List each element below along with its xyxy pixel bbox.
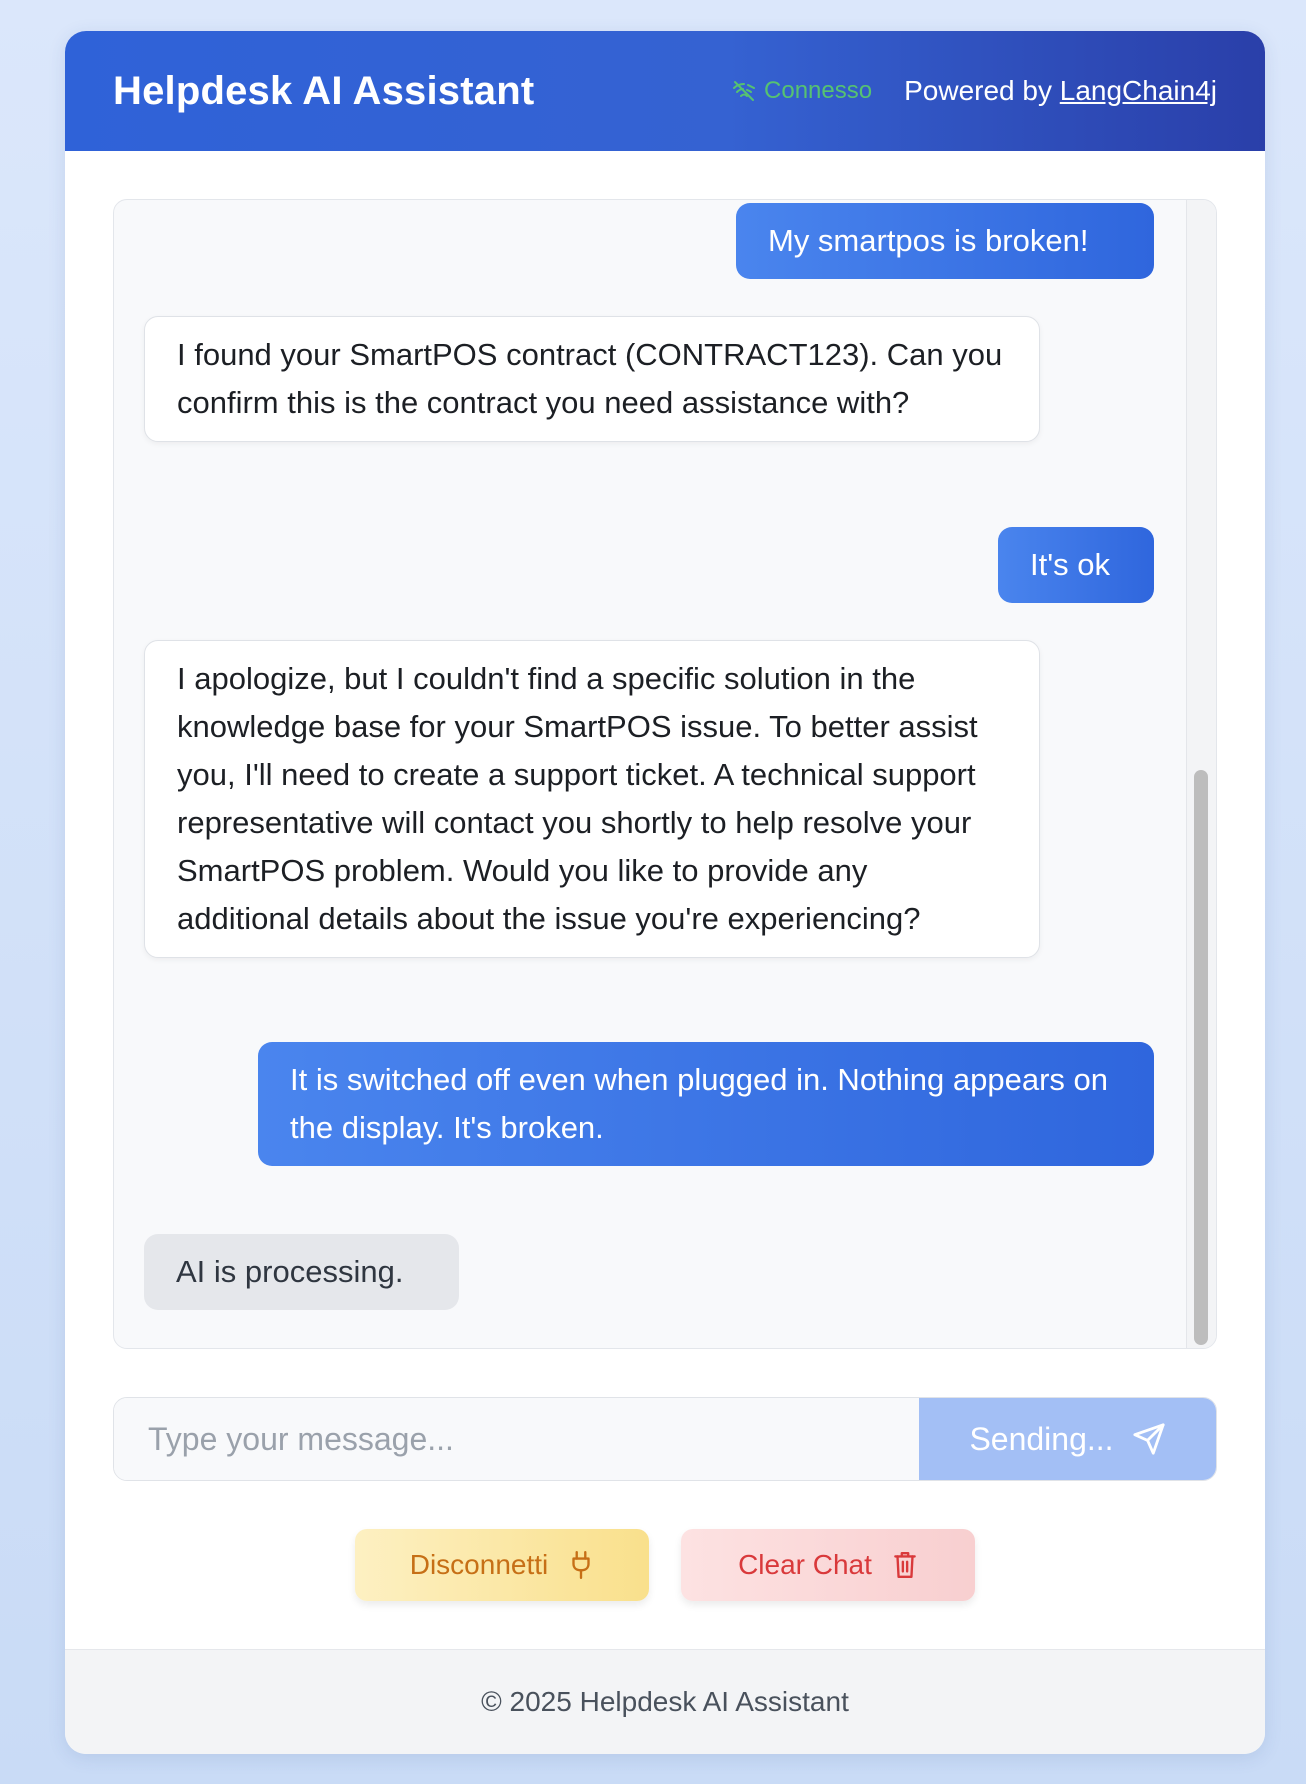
connection-status: Connesso — [732, 77, 872, 105]
clear-chat-button[interactable]: Clear Chat — [681, 1529, 975, 1601]
user-message: It's ok — [998, 527, 1154, 603]
powered-by: Powered by LangChain4j — [904, 75, 1217, 107]
powered-prefix: Powered by — [904, 75, 1052, 106]
scrollbar-thumb[interactable] — [1194, 770, 1208, 1345]
action-buttons: Disconnetti Clear Chat — [65, 1529, 1265, 1601]
disconnect-label: Disconnetti — [409, 1549, 549, 1580]
clear-chat-label: Clear Chat — [738, 1549, 872, 1580]
app-title: Helpdesk AI Assistant — [113, 68, 535, 113]
wifi-off-icon — [733, 81, 756, 101]
header-right: Connesso Powered by LangChain4j — [732, 75, 1217, 107]
message-input[interactable] — [114, 1398, 919, 1480]
user-message: It is switched off even when plugged in.… — [258, 1042, 1154, 1166]
trash-icon — [894, 1552, 916, 1578]
composer: Sending... — [113, 1397, 1217, 1481]
plug-icon — [572, 1550, 590, 1580]
send-icon — [1132, 1423, 1165, 1455]
status-label: Connesso — [764, 77, 873, 104]
user-message: My smartpos is broken! — [736, 203, 1154, 279]
chat-scrollbar[interactable] — [1186, 200, 1216, 1348]
typing-indicator: AI is processing. — [144, 1234, 459, 1310]
app-header: Helpdesk AI Assistant Connesso Powered b… — [65, 31, 1265, 151]
assistant-message: I found your SmartPOS contract (CONTRACT… — [144, 316, 1040, 442]
send-button[interactable]: Sending... — [919, 1398, 1216, 1480]
app-window: Helpdesk AI Assistant Connesso Powered b… — [65, 31, 1265, 1754]
langchain4j-link[interactable]: LangChain4j — [1060, 75, 1217, 106]
send-button-label: Sending... — [969, 1420, 1114, 1457]
chat-messages-panel[interactable]: My smartpos is broken! I found your Smar… — [113, 199, 1217, 1349]
assistant-message: I apologize, but I couldn't find a speci… — [144, 640, 1040, 958]
copyright-text: © 2025 Helpdesk AI Assistant — [481, 1686, 849, 1717]
app-footer: © 2025 Helpdesk AI Assistant — [65, 1649, 1265, 1754]
disconnect-button[interactable]: Disconnetti — [355, 1529, 649, 1601]
